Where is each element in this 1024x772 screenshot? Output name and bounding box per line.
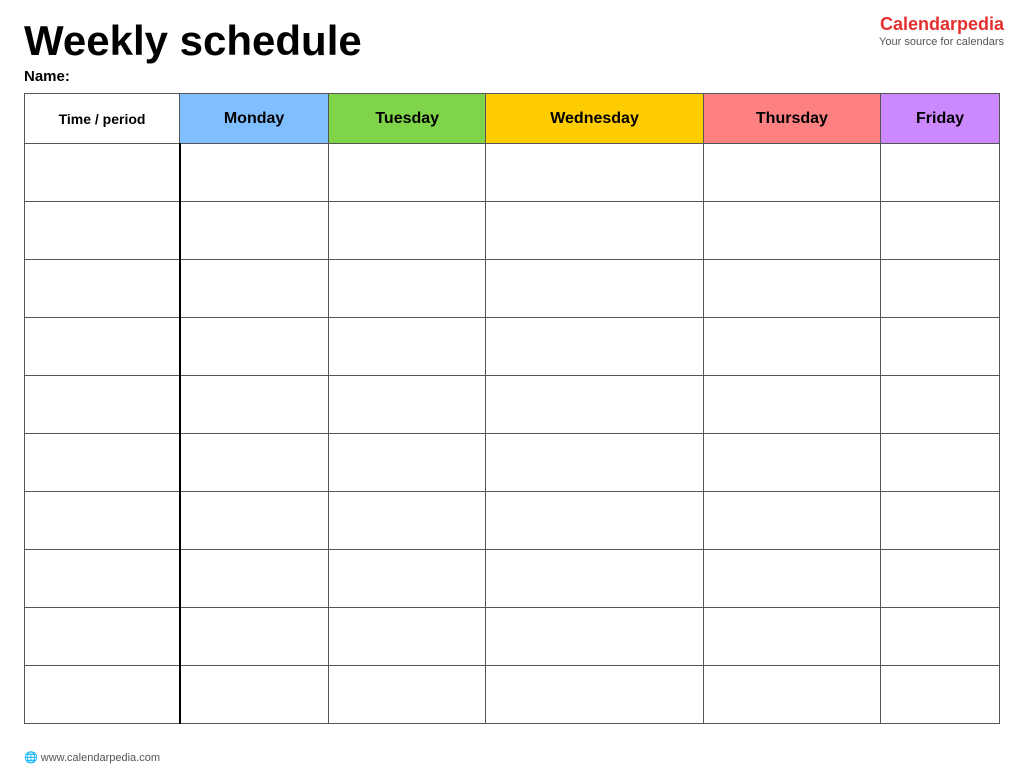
page: Calendarpedia Your source for calendars …: [0, 0, 1024, 772]
schedule-cell[interactable]: [703, 492, 880, 550]
col-header-monday: Monday: [180, 94, 329, 144]
schedule-cell[interactable]: [703, 434, 880, 492]
schedule-cell[interactable]: [881, 202, 1000, 260]
time-cell[interactable]: [25, 318, 180, 376]
schedule-cell[interactable]: [881, 376, 1000, 434]
schedule-cell[interactable]: [486, 666, 704, 724]
schedule-cell[interactable]: [881, 608, 1000, 666]
schedule-cell[interactable]: [703, 608, 880, 666]
schedule-cell[interactable]: [881, 318, 1000, 376]
schedule-cell[interactable]: [703, 260, 880, 318]
schedule-cell[interactable]: [329, 202, 486, 260]
schedule-cell[interactable]: [329, 550, 486, 608]
logo-brand-main: Calendar: [880, 14, 957, 34]
page-title: Weekly schedule: [24, 18, 1000, 64]
table-header-row: Time / period Monday Tuesday Wednesday T…: [25, 94, 1000, 144]
col-header-wednesday: Wednesday: [486, 94, 704, 144]
logo-brand-accent: pedia: [957, 14, 1004, 34]
schedule-cell[interactable]: [881, 260, 1000, 318]
time-cell[interactable]: [25, 144, 180, 202]
schedule-cell[interactable]: [180, 666, 329, 724]
table-row: [25, 666, 1000, 724]
schedule-cell[interactable]: [180, 376, 329, 434]
time-cell[interactable]: [25, 666, 180, 724]
name-label: Name:: [24, 68, 1000, 85]
schedule-cell[interactable]: [881, 492, 1000, 550]
table-row: [25, 434, 1000, 492]
schedule-cell[interactable]: [329, 608, 486, 666]
table-row: [25, 260, 1000, 318]
schedule-cell[interactable]: [486, 144, 704, 202]
time-cell[interactable]: [25, 202, 180, 260]
time-cell[interactable]: [25, 550, 180, 608]
schedule-cell[interactable]: [329, 434, 486, 492]
table-row: [25, 202, 1000, 260]
time-cell[interactable]: [25, 434, 180, 492]
table-row: [25, 550, 1000, 608]
schedule-cell[interactable]: [703, 202, 880, 260]
schedule-cell[interactable]: [703, 376, 880, 434]
schedule-cell[interactable]: [703, 318, 880, 376]
time-cell[interactable]: [25, 376, 180, 434]
footer-url: www.calendarpedia.com: [41, 752, 160, 764]
table-row: [25, 492, 1000, 550]
time-cell[interactable]: [25, 608, 180, 666]
footer-website: 🌐 www.calendarpedia.com: [24, 751, 160, 764]
time-cell[interactable]: [25, 492, 180, 550]
footer-icon: 🌐: [24, 752, 38, 764]
schedule-cell[interactable]: [180, 202, 329, 260]
schedule-cell[interactable]: [486, 434, 704, 492]
schedule-cell[interactable]: [329, 144, 486, 202]
schedule-cell[interactable]: [180, 144, 329, 202]
header-section: Weekly schedule Name:: [24, 18, 1000, 85]
schedule-cell[interactable]: [180, 318, 329, 376]
col-header-tuesday: Tuesday: [329, 94, 486, 144]
schedule-cell[interactable]: [486, 608, 704, 666]
schedule-cell[interactable]: [180, 550, 329, 608]
time-cell[interactable]: [25, 260, 180, 318]
schedule-cell[interactable]: [180, 260, 329, 318]
schedule-cell[interactable]: [180, 434, 329, 492]
schedule-cell[interactable]: [329, 318, 486, 376]
logo-text: Calendarpedia: [879, 14, 1004, 36]
schedule-cell[interactable]: [881, 666, 1000, 724]
schedule-cell[interactable]: [329, 666, 486, 724]
schedule-cell[interactable]: [180, 492, 329, 550]
schedule-cell[interactable]: [703, 550, 880, 608]
schedule-cell[interactable]: [881, 550, 1000, 608]
schedule-cell[interactable]: [486, 376, 704, 434]
schedule-table: Time / period Monday Tuesday Wednesday T…: [24, 93, 1000, 724]
schedule-cell[interactable]: [486, 202, 704, 260]
schedule-cell[interactable]: [329, 492, 486, 550]
logo-area: Calendarpedia Your source for calendars: [879, 14, 1004, 48]
table-row: [25, 144, 1000, 202]
schedule-cell[interactable]: [329, 376, 486, 434]
col-header-thursday: Thursday: [703, 94, 880, 144]
table-row: [25, 318, 1000, 376]
schedule-cell[interactable]: [486, 492, 704, 550]
logo-subtitle: Your source for calendars: [879, 36, 1004, 48]
schedule-cell[interactable]: [486, 318, 704, 376]
schedule-cell[interactable]: [180, 608, 329, 666]
table-row: [25, 608, 1000, 666]
schedule-cell[interactable]: [486, 260, 704, 318]
col-header-friday: Friday: [881, 94, 1000, 144]
schedule-cell[interactable]: [881, 144, 1000, 202]
schedule-cell[interactable]: [703, 666, 880, 724]
schedule-cell[interactable]: [881, 434, 1000, 492]
schedule-cell[interactable]: [703, 144, 880, 202]
table-row: [25, 376, 1000, 434]
schedule-cell[interactable]: [329, 260, 486, 318]
col-header-time: Time / period: [25, 94, 180, 144]
schedule-cell[interactable]: [486, 550, 704, 608]
